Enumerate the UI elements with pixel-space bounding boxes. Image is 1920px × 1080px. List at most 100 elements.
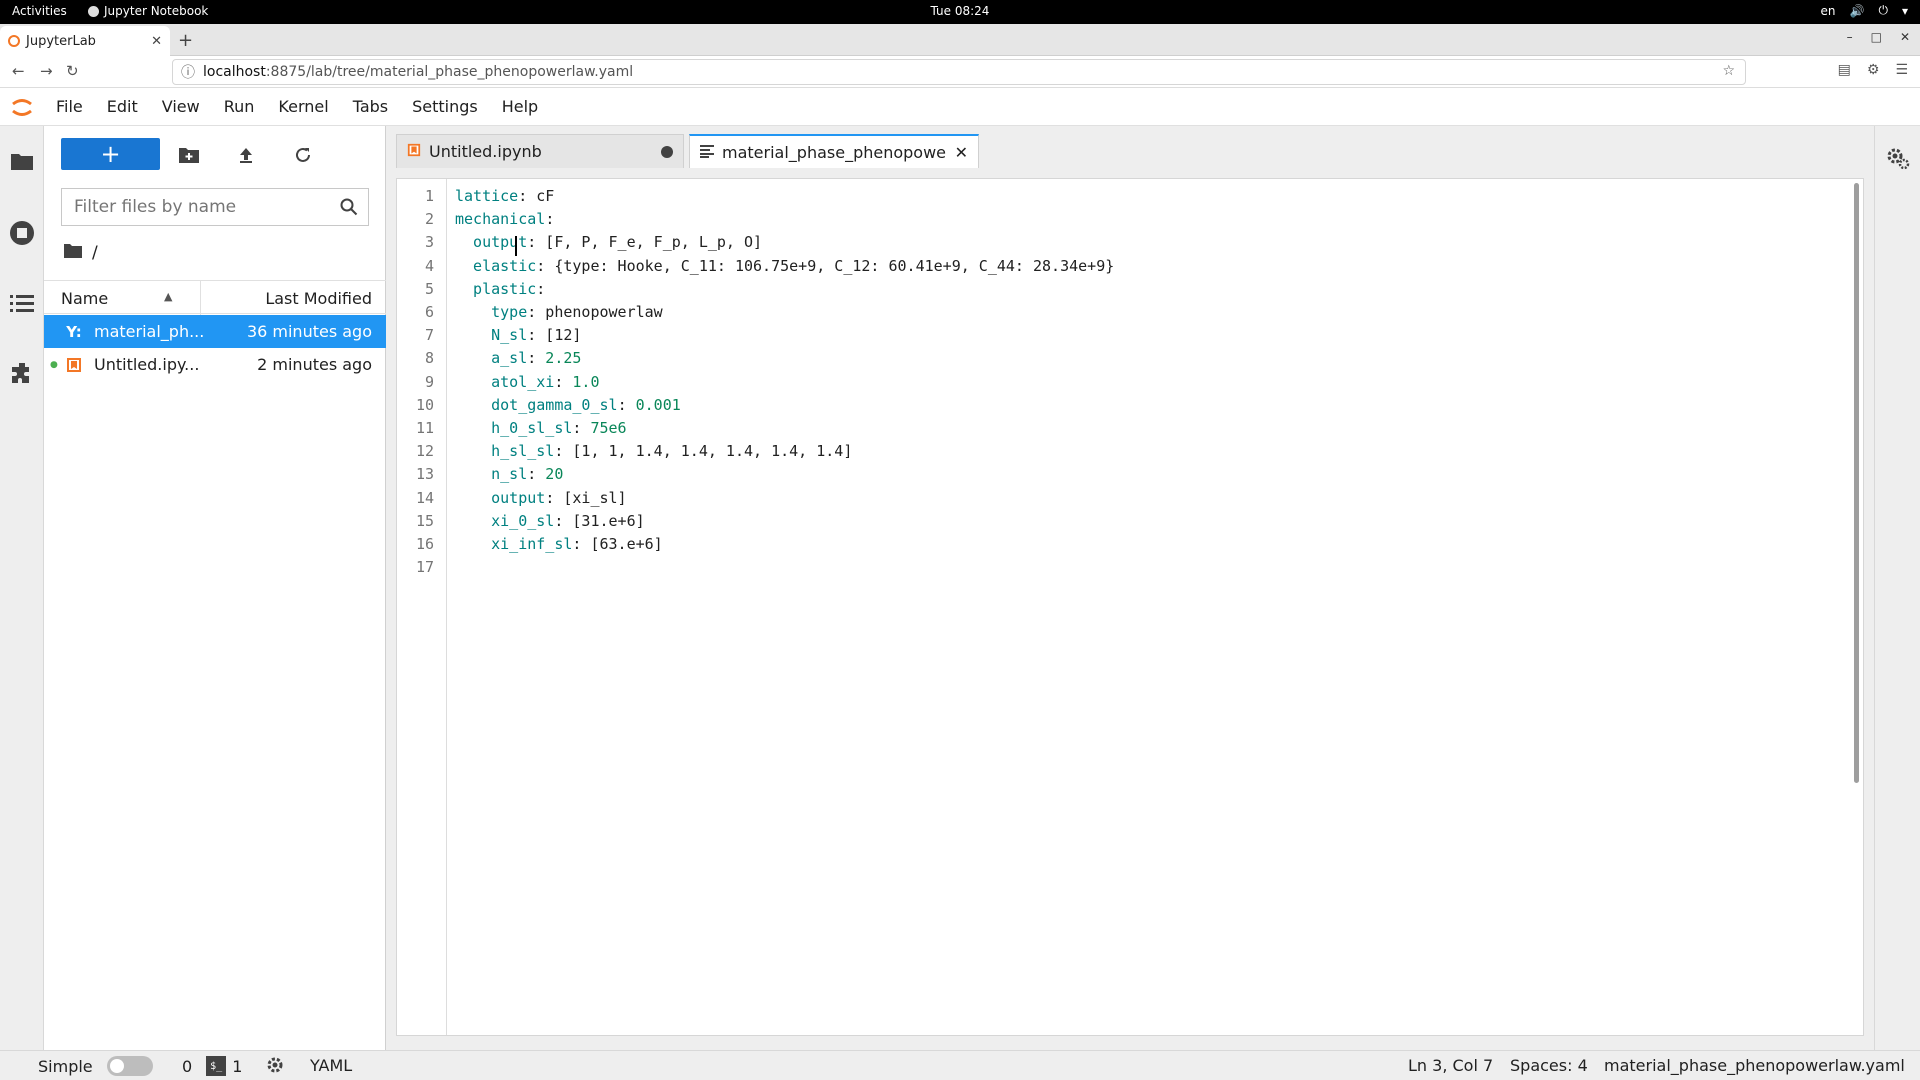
running-indicator-icon: ● xyxy=(50,359,58,370)
menu-help[interactable]: Help xyxy=(490,97,550,116)
file-modified: 2 minutes ago xyxy=(257,355,372,374)
simple-mode-toggle[interactable]: Simple xyxy=(38,1056,153,1076)
browser-tab-jupyterlab[interactable]: JupyterLab ✕ xyxy=(0,26,170,56)
line-number: 13 xyxy=(415,465,434,484)
hamburger-menu-icon[interactable]: ☰ xyxy=(1895,62,1908,78)
activities-button[interactable]: Activities xyxy=(12,4,67,18)
minimize-icon[interactable]: – xyxy=(1847,30,1853,44)
line-number: 17 xyxy=(415,558,434,577)
new-folder-icon[interactable] xyxy=(178,144,200,166)
breadcrumb-root[interactable]: / xyxy=(92,243,98,263)
yaml-colon: : xyxy=(536,279,546,298)
menu-file[interactable]: File xyxy=(44,97,95,116)
power-icon[interactable]: ⏻ xyxy=(1878,3,1888,18)
filter-files-input[interactable]: Filter files by name xyxy=(61,188,369,226)
cursor-position[interactable]: Ln 3, Col 7 xyxy=(1408,1056,1493,1075)
code-line[interactable]: atol_xi: 1.0 xyxy=(455,372,600,391)
column-modified-header[interactable]: Last Modified xyxy=(265,289,372,308)
yaml-value: [31.e+6] xyxy=(563,511,645,530)
code-line[interactable]: n_sl: 20 xyxy=(455,465,563,483)
code-line[interactable]: N_sl: [12] xyxy=(455,326,581,344)
home-folder-icon[interactable] xyxy=(64,243,82,263)
yaml-value: 1.0 xyxy=(563,372,600,391)
table-of-contents-icon[interactable] xyxy=(9,290,35,316)
chevron-down-icon[interactable]: ▾ xyxy=(1902,4,1908,18)
column-name-header[interactable]: Name xyxy=(61,289,108,308)
maximize-icon[interactable]: □ xyxy=(1871,30,1882,44)
upload-icon[interactable] xyxy=(235,144,257,166)
code-line[interactable]: output: [F, P, F_e, F_p, L_p, O] xyxy=(455,233,762,251)
url-bar[interactable]: ⓘ localhost:8875/lab/tree/material_phase… xyxy=(172,59,1746,85)
menu-edit[interactable]: Edit xyxy=(95,97,150,116)
tab-untitled-notebook[interactable]: Untitled.ipynb xyxy=(396,134,684,168)
notebook-icon xyxy=(407,142,421,161)
folder-icon[interactable] xyxy=(9,148,35,174)
new-launcher-button[interactable]: + xyxy=(61,138,160,170)
menu-tabs[interactable]: Tabs xyxy=(341,97,400,116)
code-line[interactable]: output: [xi_sl] xyxy=(455,488,626,507)
toggle-switch[interactable] xyxy=(106,1056,153,1076)
close-icon[interactable]: ✕ xyxy=(955,143,968,162)
yaml-editor[interactable]: 1 2 3 4 5 6 7 8 9 10 11 12 13 14 15 16 17 lattice: cF mec… xyxy=(396,178,1864,1036)
menu-settings[interactable]: Settings xyxy=(400,97,490,116)
menu-run[interactable]: Run xyxy=(212,97,267,116)
reload-icon[interactable]: ↻ xyxy=(66,62,79,80)
code-line[interactable]: lattice: cF xyxy=(455,187,554,205)
code-line[interactable]: elastic: {type: Hooke, C_11: 106.75e+9, … xyxy=(455,257,1114,275)
yaml-key: N_sl xyxy=(455,326,528,345)
filter-placeholder: Filter files by name xyxy=(74,197,237,217)
menu-view[interactable]: View xyxy=(150,97,212,116)
clock[interactable]: Tue 08:24 xyxy=(0,4,1920,18)
file-row-yaml[interactable]: Y: material_ph... 36 minutes ago xyxy=(44,315,386,348)
code-line[interactable]: dot_gamma_0_sl: 0.001 xyxy=(455,396,681,414)
bookmark-star-icon[interactable]: ☆ xyxy=(1722,63,1735,79)
line-number: 9 xyxy=(424,372,434,391)
volume-icon[interactable]: 🔊 xyxy=(1850,4,1865,18)
code-line[interactable]: xi_inf_sl: [63.e+6] xyxy=(455,535,663,553)
kernel-count[interactable]: 0 $_ 1 xyxy=(182,1056,242,1076)
new-tab-button[interactable]: + xyxy=(178,30,193,51)
file-row-notebook[interactable]: ● Untitled.ipy... 2 minutes ago xyxy=(44,348,386,381)
line-number: 10 xyxy=(415,395,434,414)
refresh-icon[interactable] xyxy=(292,144,314,166)
system-tray[interactable]: en 🔊 ⏻ ▾ xyxy=(1821,3,1908,18)
menu-kernel[interactable]: Kernel xyxy=(266,97,340,116)
language-indicator[interactable]: en xyxy=(1821,4,1836,18)
editor-scrollbar[interactable] xyxy=(1854,183,1859,783)
indentation-setting[interactable]: Spaces: 4 xyxy=(1510,1056,1588,1075)
forward-icon[interactable]: → xyxy=(40,62,53,80)
main-dock-area: Untitled.ipynb material_phase_phenopower… xyxy=(386,126,1874,1050)
yaml-value: [1, 1, 1.4, 1.4, 1.4, 1.4, 1.4] xyxy=(563,442,853,461)
unsaved-dot-icon[interactable] xyxy=(661,145,673,158)
app-menu[interactable]: Jupyter Notebook xyxy=(88,4,208,18)
code-line[interactable]: a_sl: 2.25 xyxy=(455,349,581,367)
yaml-colon: : xyxy=(527,326,537,345)
back-icon[interactable]: ← xyxy=(12,62,25,80)
sort-ascending-icon[interactable]: ▲ xyxy=(164,290,172,303)
yaml-colon: : xyxy=(545,488,555,507)
line-number: 8 xyxy=(424,349,434,368)
kernel-count-value: 0 xyxy=(182,1056,193,1076)
yaml-key: a_sl xyxy=(455,349,528,368)
close-tab-icon[interactable]: ✕ xyxy=(151,34,162,49)
notebook-icon xyxy=(64,357,84,373)
property-inspector-gear-icon[interactable] xyxy=(1886,146,1910,174)
column-divider[interactable] xyxy=(200,281,201,315)
site-info-icon[interactable]: ⓘ xyxy=(181,62,195,82)
close-window-icon[interactable]: ✕ xyxy=(1900,30,1910,44)
file-name: material_ph... xyxy=(94,322,204,341)
file-type-indicator[interactable]: YAML xyxy=(310,1056,352,1075)
tab-yaml-file[interactable]: material_phase_phenopower ✕ xyxy=(689,134,979,168)
left-activity-bar xyxy=(0,126,44,1050)
code-line[interactable]: type: phenopowerlaw xyxy=(455,303,663,321)
code-line[interactable]: mechanical: xyxy=(455,210,554,228)
running-sessions-icon[interactable] xyxy=(9,220,35,246)
code-line[interactable]: plastic: xyxy=(455,280,545,298)
extension-manager-icon[interactable] xyxy=(9,360,35,386)
settings-status-icon[interactable] xyxy=(266,1056,284,1074)
code-line[interactable]: xi_0_sl: [31.e+6] xyxy=(455,512,645,530)
extension-icon[interactable]: ⚙ xyxy=(1867,62,1880,78)
code-line[interactable]: h_0_sl_sl: 75e6 xyxy=(455,419,626,437)
pocket-icon[interactable]: ▤ xyxy=(1838,62,1851,78)
code-line[interactable]: h_sl_sl: [1, 1, 1.4, 1.4, 1.4, 1.4, 1.4] xyxy=(455,442,852,460)
